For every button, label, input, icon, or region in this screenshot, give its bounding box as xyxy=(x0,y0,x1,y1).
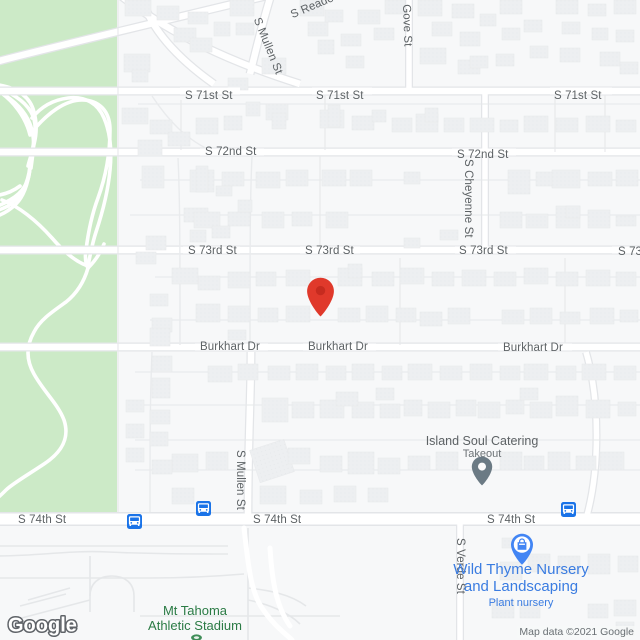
map-attribution: Map data ©2021 Google xyxy=(517,626,636,638)
poi-label-mt-tahoma-athletic-stadium: Mt Tahoma Athletic Stadium xyxy=(148,603,242,633)
street-label-s-73rd-st-a: S 73rd St xyxy=(188,245,237,257)
street-label-s-cheyenne-st: S Cheyenne St xyxy=(462,159,474,238)
bus-glyph-icon xyxy=(562,504,575,515)
bus-stop-icon-1[interactable] xyxy=(127,514,142,529)
stadium-icon xyxy=(191,634,202,640)
street-label-s-71st-st-b: S 71st St xyxy=(316,90,364,102)
poi-marker-mt-tahoma-athletic-stadium[interactable] xyxy=(190,632,203,640)
street-label-s-74th-st-c: S 74th St xyxy=(487,514,536,526)
bus-stop-icon-2[interactable] xyxy=(196,501,211,516)
street-label-burkhart-dr-b: Burkhart Dr xyxy=(308,341,368,353)
street-label-s-74th-st-b: S 74th St xyxy=(253,514,302,526)
street-label-s-72nd-st-a: S 72nd St xyxy=(205,146,257,158)
svg-text:Google: Google xyxy=(8,615,77,637)
google-wordmark-icon: Google Google xyxy=(7,613,79,638)
street-label-s-mullen-st-s: S Mullen St xyxy=(234,450,246,510)
poi-name-line1: Mt Tahoma xyxy=(162,603,228,618)
street-label-burkhart-dr-c: Burkhart Dr xyxy=(503,342,563,354)
street-label-s-71st-st-a: S 71st St xyxy=(185,90,233,102)
gray-pin-icon xyxy=(471,456,493,486)
poi-name-line2: and Landscaping xyxy=(463,578,579,595)
poi-name-line2: Athletic Stadium xyxy=(148,618,242,633)
poi-name-line1: Wild Thyme Nursery xyxy=(453,561,589,578)
selected-location-pin[interactable] xyxy=(306,277,335,322)
poi-category: Plant nursery xyxy=(488,597,554,609)
poi-marker-island-soul-catering[interactable] xyxy=(471,456,493,491)
bus-glyph-icon xyxy=(128,516,141,527)
poi-label-wild-thyme-nursery: Wild Thyme Nursery and Landscaping Plant… xyxy=(453,561,589,612)
street-label-burkhart-dr-a: Burkhart Dr xyxy=(200,341,260,353)
street-label-s-73rd-st-c: S 73rd St xyxy=(459,245,508,257)
google-logo[interactable]: Google Google xyxy=(7,613,85,638)
street-label-s-73rd-st-b: S 73rd St xyxy=(305,245,354,257)
bus-glyph-icon xyxy=(197,503,210,514)
street-label-s-74th-st-a: S 74th St xyxy=(18,514,67,526)
street-label-gove-st: Gove St xyxy=(400,4,414,47)
bus-stop-icon-3[interactable] xyxy=(561,502,576,517)
poi-name: Island Soul Catering xyxy=(425,434,539,448)
street-label-s-73rd-st-d: S 73 xyxy=(618,246,640,258)
street-label-s-71st-st-c: S 71st St xyxy=(554,90,602,102)
red-location-pin-icon xyxy=(307,277,334,317)
map-canvas[interactable]: S Reade StS Mullen StGove StS 71st StS 7… xyxy=(0,0,640,640)
